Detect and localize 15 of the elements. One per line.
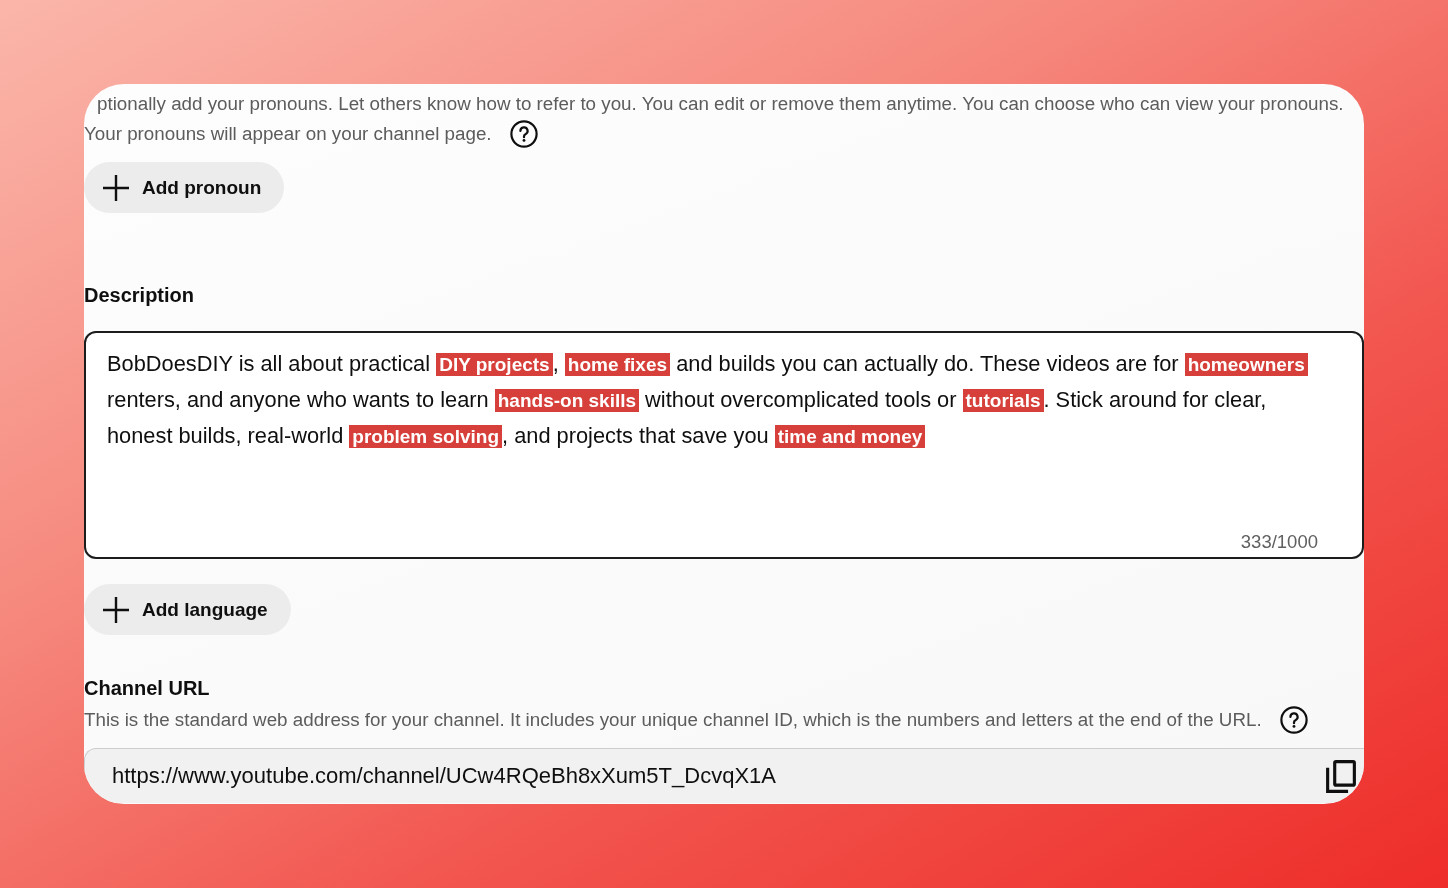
add-language-button[interactable]: Add language xyxy=(84,584,291,635)
plus-icon xyxy=(103,596,129,623)
help-icon[interactable] xyxy=(1279,706,1308,734)
section-heading: Description xyxy=(84,283,195,307)
section-heading: Channel URL xyxy=(84,676,210,700)
add-pronoun-button[interactable]: Add pronoun xyxy=(84,162,285,213)
help-icon[interactable] xyxy=(509,120,538,148)
helper-text: ptionally add your pronouns. Let others know how to refer to you. You can edit or remove them anytime. You can choose who can view your pronouns. xyxy=(97,93,1344,114)
helper-text: This is the standard web address for your channel. It includes your unique channel ID, which is the numbers and letters at the end of the URL. xyxy=(84,708,1262,732)
copy-icon[interactable] xyxy=(1326,759,1356,793)
url-field[interactable]: https://www.youtube.com/channel/UCw4RQeBh8xXum5T_DcvqX1A xyxy=(84,748,1364,803)
character-counter: 333/1000 xyxy=(1240,532,1318,552)
helper-text: Your pronouns will appear on your channel page. xyxy=(84,122,492,146)
plus-icon xyxy=(103,174,129,201)
description-field[interactable]: BobDoesDIY is all about practical DIY projects, home fixes and builds you can actually do. These videos are for homeowners renters, and anyone who wants to learn hands-on skills without overcomplicated tools or tutorials. Stick around for clear, honest builds, real-world problem solving, and projects that save you time and money 333/1000 xyxy=(84,331,1364,559)
